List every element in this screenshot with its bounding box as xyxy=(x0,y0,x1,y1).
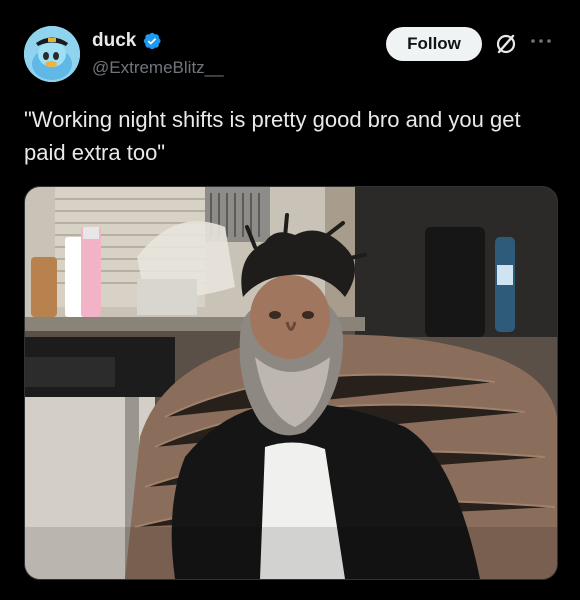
author-handle[interactable]: @ExtremeBlitz__ xyxy=(92,58,224,78)
tweet-media-photo[interactable] xyxy=(24,186,558,580)
follow-button[interactable]: Follow xyxy=(386,27,482,61)
tweet-text: "Working night shifts is pretty good bro… xyxy=(24,107,521,165)
author-name[interactable]: duck xyxy=(92,30,136,52)
verified-badge-icon xyxy=(144,32,161,50)
photo-bearded-man-in-chair xyxy=(25,187,557,579)
duck-avatar-icon xyxy=(24,26,80,82)
more-options-icon[interactable] xyxy=(530,34,552,48)
author-avatar[interactable] xyxy=(24,26,80,82)
grok-icon[interactable] xyxy=(494,32,518,56)
author-name-row[interactable]: duck xyxy=(92,30,162,52)
